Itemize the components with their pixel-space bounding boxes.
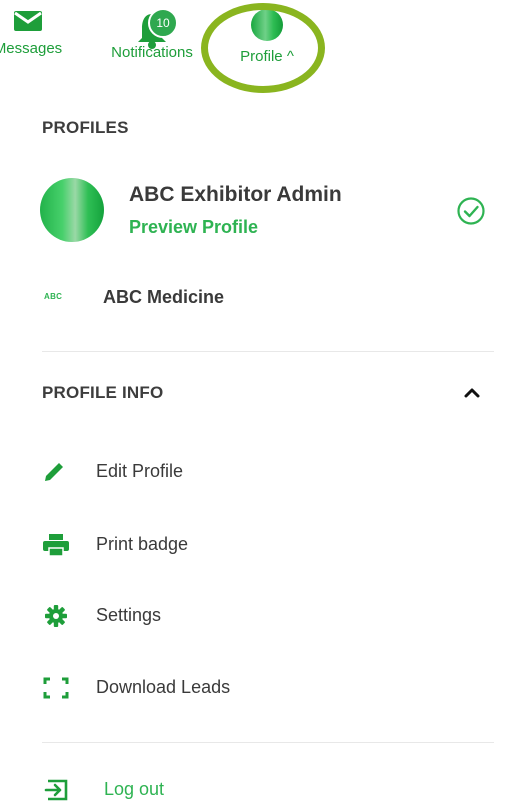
preview-profile-link[interactable]: Preview Profile	[129, 217, 258, 238]
printer-icon	[43, 534, 69, 557]
logout-label: Log out	[104, 779, 165, 799]
top-navigation: Messages 10 Notifications Profile ^	[0, 0, 518, 93]
profile-avatar-icon	[251, 9, 283, 41]
menu-item-label: Download Leads	[96, 677, 231, 697]
nav-profile-label: Profile ^	[240, 48, 294, 65]
menu-item-print-badge[interactable]: Print badge	[42, 527, 494, 563]
profiles-heading: PROFILES	[42, 118, 129, 137]
active-profile-avatar	[40, 178, 104, 242]
logout-icon	[44, 779, 68, 801]
notifications-badge: 10	[148, 8, 178, 38]
envelope-icon	[14, 11, 42, 31]
nav-notifications[interactable]: 10 Notifications	[98, 8, 206, 61]
divider	[42, 351, 494, 352]
frame-corners-icon	[43, 677, 69, 699]
menu-item-label: Print badge	[96, 534, 189, 554]
chevron-up-icon: ^	[286, 48, 294, 65]
nav-messages-label: Messages	[0, 40, 63, 57]
pencil-icon	[45, 463, 63, 481]
profile-info-heading: PROFILE INFO	[42, 383, 164, 402]
check-circle-icon	[457, 197, 485, 225]
chevron-up-icon[interactable]	[462, 384, 482, 400]
nav-profile[interactable]: Profile ^	[222, 8, 312, 65]
menu-item-edit-profile[interactable]: Edit Profile	[42, 454, 494, 490]
nav-messages[interactable]: Messages	[0, 8, 66, 57]
gear-icon	[45, 605, 67, 627]
other-profile-name: ABC Medicine	[103, 287, 225, 307]
active-profile-name: ABC Exhibitor Admin	[129, 183, 342, 206]
menu-item-settings[interactable]: Settings	[42, 598, 494, 634]
menu-item-label: Edit Profile	[96, 461, 184, 481]
menu-item-download-leads[interactable]: Download Leads	[42, 670, 494, 706]
abc-medicine-logo: ABC	[44, 292, 63, 301]
logout-button[interactable]: Log out	[42, 772, 494, 808]
menu-item-label: Settings	[96, 605, 162, 625]
divider	[42, 742, 494, 743]
nav-notifications-label: Notifications	[111, 44, 193, 61]
